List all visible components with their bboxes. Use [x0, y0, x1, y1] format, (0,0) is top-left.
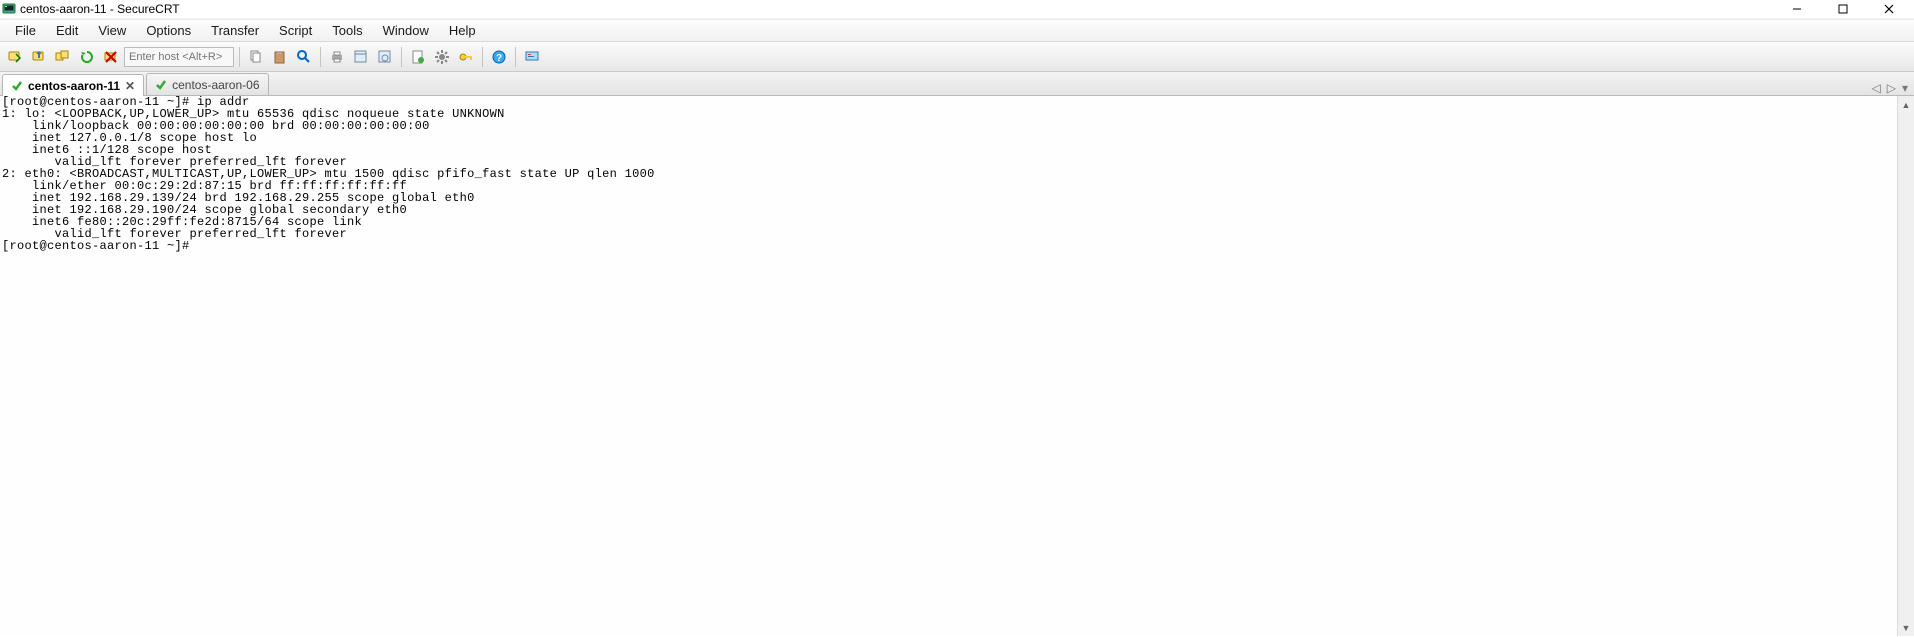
properties-icon[interactable]	[350, 46, 372, 68]
tab-close-icon[interactable]: ✕	[125, 80, 135, 92]
tab-label: centos-aaron-11	[28, 79, 120, 93]
tabstrip: centos-aaron-11 ✕ centos-aaron-06 ◁ ▷ ▾	[0, 72, 1914, 96]
find-icon[interactable]	[293, 46, 315, 68]
toggle-chat-icon[interactable]	[521, 46, 543, 68]
menu-help[interactable]: Help	[440, 21, 485, 40]
connect-in-tab-icon[interactable]	[52, 46, 74, 68]
svg-text:?: ?	[496, 53, 502, 64]
scroll-up-icon[interactable]: ▲	[1902, 96, 1911, 113]
menu-file[interactable]: File	[6, 21, 45, 40]
menu-edit[interactable]: Edit	[47, 21, 87, 40]
maximize-button[interactable]	[1820, 0, 1866, 18]
tab-nav: ◁ ▷ ▾	[1868, 81, 1913, 95]
tab-active[interactable]: centos-aaron-11 ✕	[2, 74, 144, 96]
print-icon[interactable]	[326, 46, 348, 68]
settings-icon[interactable]	[431, 46, 453, 68]
minimize-button[interactable]	[1774, 0, 1820, 18]
quick-connect-icon[interactable]	[28, 46, 50, 68]
tab-menu-icon[interactable]: ▾	[1902, 81, 1908, 95]
key-icon[interactable]	[455, 46, 477, 68]
menu-window[interactable]: Window	[374, 21, 438, 40]
tab-inactive[interactable]: centos-aaron-06	[146, 73, 268, 95]
session-options-icon[interactable]	[374, 46, 396, 68]
window-title: centos-aaron-11 - SecureCRT	[20, 2, 180, 16]
terminal-output[interactable]: [root@centos-aaron-11 ~]# ip addr 1: lo:…	[0, 96, 1897, 636]
menu-tools[interactable]: Tools	[323, 21, 371, 40]
host-input[interactable]	[124, 47, 234, 67]
close-button[interactable]	[1866, 0, 1912, 18]
copy-icon[interactable]	[245, 46, 267, 68]
reconnect-icon[interactable]	[76, 46, 98, 68]
paste-icon[interactable]	[269, 46, 291, 68]
menu-transfer[interactable]: Transfer	[202, 21, 268, 40]
vertical-scrollbar[interactable]: ▲ ▼	[1897, 96, 1914, 636]
toolbar: ?	[0, 42, 1914, 72]
menu-options[interactable]: Options	[137, 21, 200, 40]
menu-script[interactable]: Script	[270, 21, 321, 40]
app-icon	[2, 2, 16, 16]
connect-icon[interactable]	[4, 46, 26, 68]
tab-next-icon[interactable]: ▷	[1887, 81, 1896, 95]
tab-label: centos-aaron-06	[172, 78, 259, 92]
help-icon[interactable]: ?	[488, 46, 510, 68]
tab-prev-icon[interactable]: ◁	[1872, 81, 1881, 95]
connected-icon	[11, 80, 23, 92]
scroll-down-icon[interactable]: ▼	[1902, 619, 1911, 636]
connected-icon	[155, 79, 167, 91]
log-session-icon[interactable]	[407, 46, 429, 68]
disconnect-icon[interactable]	[100, 46, 122, 68]
menubar: File Edit View Options Transfer Script T…	[0, 20, 1914, 42]
menu-view[interactable]: View	[89, 21, 135, 40]
titlebar: centos-aaron-11 - SecureCRT	[0, 0, 1914, 18]
